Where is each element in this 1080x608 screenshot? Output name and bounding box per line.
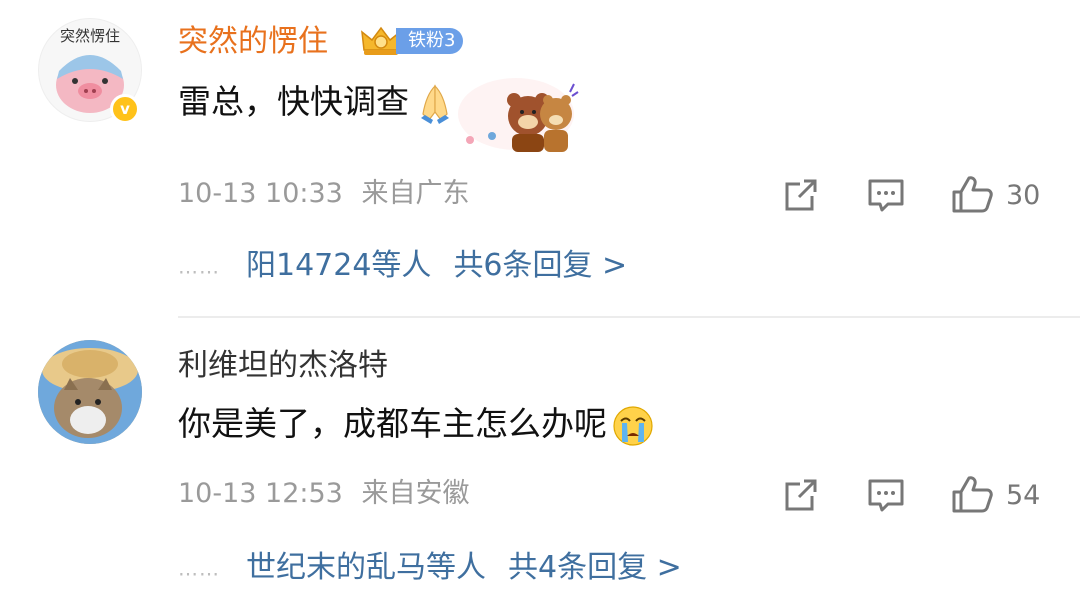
reply-users[interactable]: 阳14724等人	[246, 248, 431, 283]
verified-badge-icon: v	[110, 94, 140, 124]
comment-icon[interactable]	[866, 176, 906, 214]
comment-text-content: 雷总，快快调查	[178, 82, 409, 121]
reply-total[interactable]: 共4条回复 >	[508, 550, 682, 585]
reply-total[interactable]: 共6条回复 >	[453, 248, 627, 283]
reply-users[interactable]: 世纪末的乱马等人	[246, 550, 486, 585]
replies-link[interactable]: …… 阳14724等人 共6条回复 >	[178, 246, 627, 287]
comment-meta: 10-13 12:53 来自安徽	[178, 476, 469, 512]
like-count: 30	[1006, 180, 1041, 211]
comment-text: 雷总，快快调查	[178, 80, 457, 126]
like-count: 54	[1006, 480, 1041, 511]
username[interactable]: 利维坦的杰洛特	[178, 346, 388, 386]
comment-icon[interactable]	[866, 476, 906, 514]
crying-emoji-icon	[613, 405, 653, 446]
comment-text-content: 你是美了，成都车主怎么办呢	[178, 404, 607, 443]
username[interactable]: 突然的愣住	[178, 22, 328, 62]
fan-badge-label: 铁粉3	[396, 28, 464, 54]
comment-location: 来自广东	[361, 178, 470, 209]
share-icon[interactable]	[782, 476, 820, 514]
like-icon[interactable]	[950, 174, 994, 214]
svg-text:突然愣住: 突然愣住	[60, 27, 120, 45]
pray-emoji-icon	[421, 84, 449, 124]
reply-dots: ……	[178, 254, 220, 279]
fan-badge[interactable]: 铁粉3	[360, 24, 464, 58]
replies-link[interactable]: …… 世纪末的乱马等人 共4条回复 >	[178, 548, 682, 589]
share-icon[interactable]	[782, 176, 820, 214]
cat-avatar-icon	[38, 340, 142, 444]
bear-sticker-icon	[458, 78, 579, 152]
comment-time: 10-13 10:33	[178, 178, 343, 209]
comment-text: 你是美了，成都车主怎么办呢	[178, 402, 655, 448]
comment-meta: 10-13 10:33 来自广东	[178, 176, 469, 212]
comment-item: 利维坦的杰洛特 你是美了，成都车主怎么办呢 10-13 12:53 来自安徽 5…	[0, 318, 1080, 608]
like-icon[interactable]	[950, 474, 994, 514]
comment-time: 10-13 12:53	[178, 478, 343, 509]
comment-item: 突然愣住 v 突然的愣住 铁粉3 雷总，快快调查 10-13 10:33 来自广…	[0, 0, 1080, 316]
comment-location: 来自安徽	[361, 478, 470, 509]
reply-dots: ……	[178, 556, 220, 581]
avatar[interactable]	[38, 340, 142, 444]
